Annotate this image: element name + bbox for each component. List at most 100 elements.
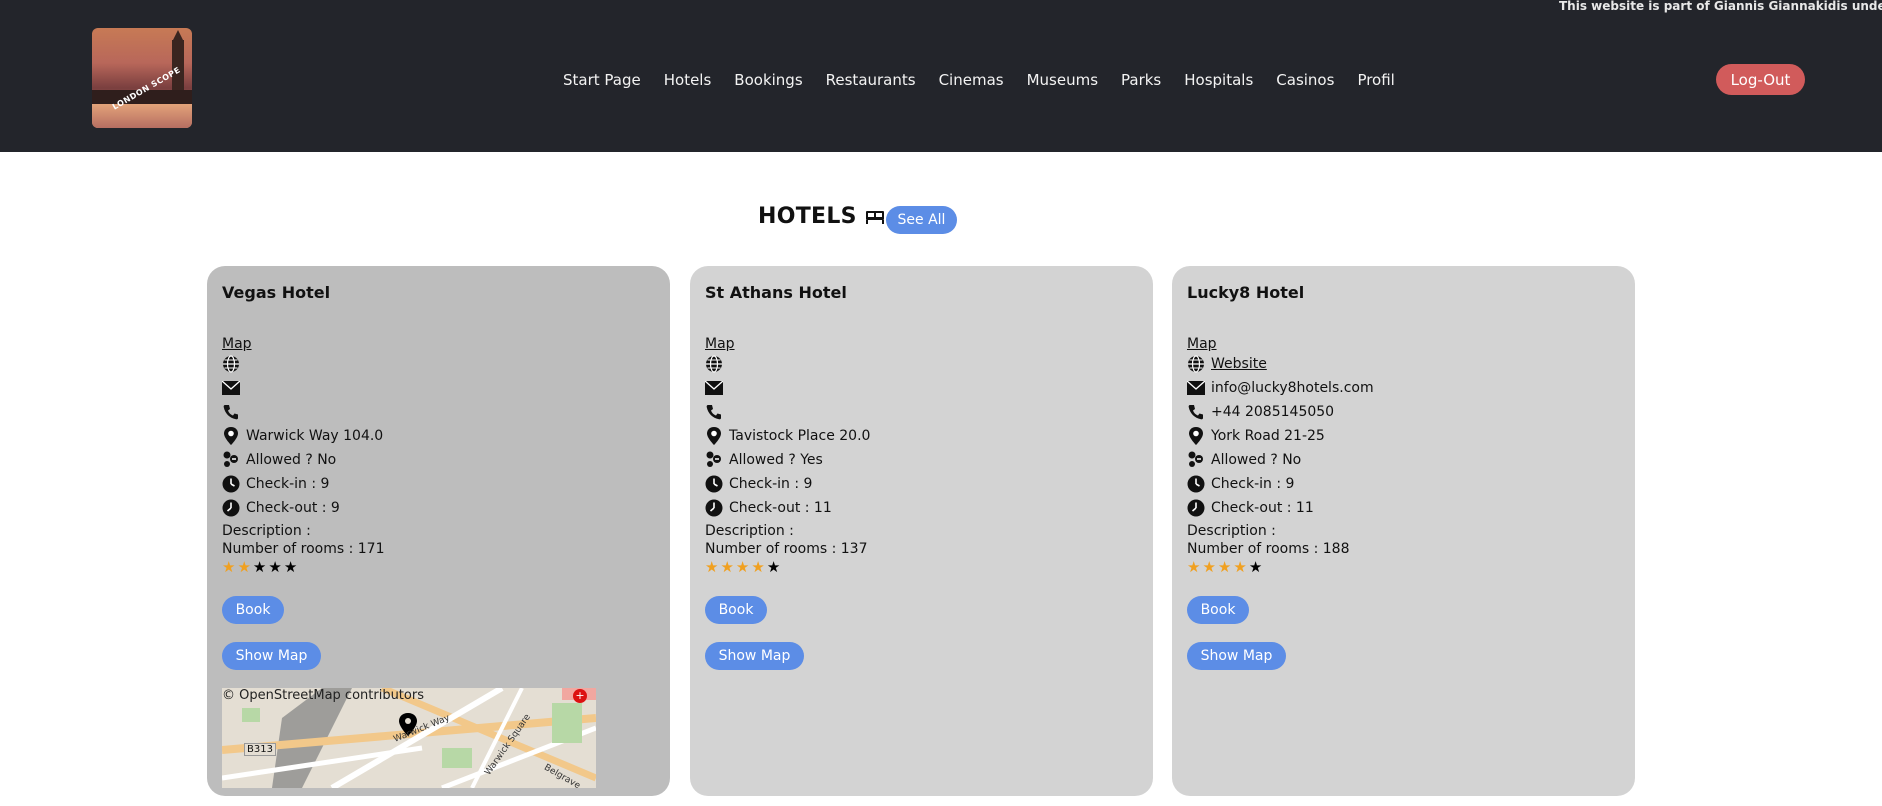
globe-icon <box>1187 355 1205 373</box>
checkin-text: Check-in : 9 <box>246 476 330 492</box>
nav-museums[interactable]: Museums <box>1027 70 1098 90</box>
book-button[interactable]: Book <box>222 596 284 624</box>
map-link[interactable]: Map <box>1187 336 1217 352</box>
clock-icon <box>1187 475 1205 493</box>
pets-row: Allowed ? No <box>222 451 336 469</box>
book-button[interactable]: Book <box>1187 596 1249 624</box>
nav-hotels[interactable]: Hotels <box>664 70 712 90</box>
address-text: Warwick Way 104.0 <box>246 428 384 444</box>
star-filled-icon: ★ <box>1202 558 1216 576</box>
bed-icon <box>865 209 885 225</box>
hotel-name: St Athans Hotel <box>705 283 847 302</box>
star-filled-icon: ★ <box>237 558 251 576</box>
main-nav: Start Page Hotels Bookings Restaurants C… <box>563 70 1418 90</box>
envelope-icon <box>222 379 240 397</box>
map-pin-icon <box>1187 427 1205 445</box>
map-link[interactable]: Map <box>222 336 252 352</box>
email-text: info@lucky8hotels.com <box>1211 380 1374 396</box>
pet-icon <box>222 451 240 469</box>
star-filled-icon: ★ <box>1233 558 1247 576</box>
embedded-map[interactable]: B313 Warwick Way Warwick Square Belgrave <box>222 688 596 788</box>
clock-icon <box>705 499 723 517</box>
description-label: Description : <box>1187 523 1276 539</box>
globe-icon <box>222 355 240 373</box>
pets-text: Allowed ? No <box>246 452 337 468</box>
website-row: Website <box>1187 355 1267 373</box>
clock-icon <box>222 475 240 493</box>
top-bar: This website is part of Giannis Giannaki… <box>0 0 1882 152</box>
checkin-row: Check-in : 9 <box>1187 475 1294 493</box>
pet-icon <box>1187 451 1205 469</box>
pet-icon <box>705 451 723 469</box>
hotel-name: Lucky8 Hotel <box>1187 283 1305 302</box>
show-map-button[interactable]: Show Map <box>1187 642 1286 670</box>
pets-row: Allowed ? Yes <box>705 451 823 469</box>
star-filled-icon: ★ <box>735 558 750 576</box>
hotel-card-vegas: Vegas Hotel Map Warwick Way 104.0 Allowe… <box>207 266 670 796</box>
star-empty-icon: ★ <box>252 558 267 576</box>
star-filled-icon: ★ <box>705 558 719 576</box>
nav-profil[interactable]: Profil <box>1357 70 1394 90</box>
phone-row: +44 2085145050 <box>1187 403 1334 421</box>
envelope-icon <box>1187 379 1205 397</box>
map-label-b313: B313 <box>244 743 276 756</box>
star-filled-icon: ★ <box>751 558 765 576</box>
show-map-button[interactable]: Show Map <box>222 642 321 670</box>
website-link[interactable]: Website <box>1211 356 1267 372</box>
rooms-text: Number of rooms : 171 <box>222 541 385 557</box>
map-link[interactable]: Map <box>705 336 735 352</box>
star-empty-icon: ★ <box>268 558 282 576</box>
logout-button[interactable]: Log-Out <box>1716 64 1805 95</box>
show-map-button[interactable]: Show Map <box>705 642 804 670</box>
rooms-text: Number of rooms : 137 <box>705 541 868 557</box>
hotel-card-st-athans: St Athans Hotel Map Tavistock Place 20.0… <box>690 266 1153 796</box>
nav-restaurants[interactable]: Restaurants <box>826 70 916 90</box>
checkin-row: Check-in : 9 <box>222 475 329 493</box>
section-header: HOTELS <box>758 204 885 229</box>
star-empty-icon: ★ <box>1248 558 1263 576</box>
website-row <box>705 355 729 373</box>
ticker-text: This website is part of Giannis Giannaki… <box>1559 0 1882 13</box>
nav-cinemas[interactable]: Cinemas <box>939 70 1004 90</box>
checkin-row: Check-in : 9 <box>705 475 812 493</box>
star-rating: ★ ★ ★ ★ ★ <box>705 560 780 575</box>
address-row: Tavistock Place 20.0 <box>705 427 870 445</box>
checkout-text: Check-out : 11 <box>729 500 832 516</box>
phone-icon <box>222 403 240 421</box>
star-filled-icon: ★ <box>222 558 236 576</box>
checkin-text: Check-in : 9 <box>729 476 813 492</box>
see-all-button[interactable]: See All <box>886 206 957 234</box>
clock-icon <box>1187 499 1205 517</box>
checkout-row: Check-out : 9 <box>222 499 340 517</box>
nav-start-page[interactable]: Start Page <box>563 70 641 90</box>
map-pin-icon <box>705 427 723 445</box>
logo-water-shape <box>92 104 192 128</box>
phone-row <box>222 403 246 421</box>
checkout-text: Check-out : 11 <box>1211 500 1314 516</box>
nav-parks[interactable]: Parks <box>1121 70 1161 90</box>
pets-text: Allowed ? Yes <box>729 452 823 468</box>
checkout-row: Check-out : 11 <box>1187 499 1314 517</box>
email-row <box>222 379 246 397</box>
star-empty-icon: ★ <box>766 558 781 576</box>
phone-icon <box>1187 403 1205 421</box>
site-logo[interactable]: LONDON SCOPE <box>92 28 192 128</box>
globe-icon <box>705 355 723 373</box>
section-title: HOTELS <box>758 204 857 229</box>
pets-text: Allowed ? No <box>1211 452 1302 468</box>
nav-bookings[interactable]: Bookings <box>734 70 802 90</box>
website-row <box>222 355 246 373</box>
star-filled-icon: ★ <box>720 558 734 576</box>
map-pin-icon <box>222 427 240 445</box>
checkout-text: Check-out : 9 <box>246 500 340 516</box>
address-text: York Road 21-25 <box>1211 428 1325 444</box>
phone-text: +44 2085145050 <box>1211 404 1335 420</box>
description-label: Description : <box>705 523 794 539</box>
zoom-in-icon[interactable]: + <box>573 689 587 703</box>
book-button[interactable]: Book <box>705 596 767 624</box>
star-rating: ★ ★ ★ ★ ★ <box>1187 560 1262 575</box>
star-filled-icon: ★ <box>1217 558 1232 576</box>
map-credit: © OpenStreetMap contributors <box>222 688 424 703</box>
nav-casinos[interactable]: Casinos <box>1276 70 1334 90</box>
nav-hospitals[interactable]: Hospitals <box>1184 70 1253 90</box>
